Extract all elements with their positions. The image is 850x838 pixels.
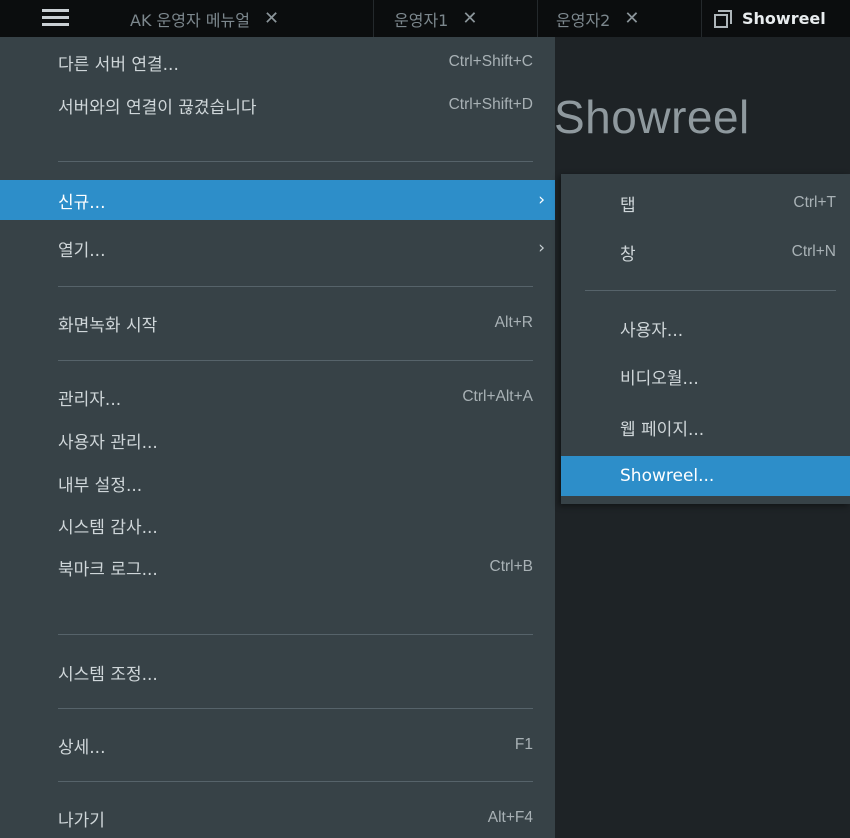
menu-item-label: 화면녹화 시작 [58, 315, 158, 336]
submenu-item-tab[interactable]: 탭 Ctrl+T [561, 183, 850, 223]
menu-item-label: 웹 페이지... [620, 419, 705, 440]
menu-item-label: 신규... [58, 192, 106, 213]
layout-icon [714, 9, 732, 28]
submenu-item-webpage[interactable]: 웹 페이지... [561, 407, 850, 447]
main-menu: 다른 서버 연결... Ctrl+Shift+C 서버와의 연결이 끊겼습니다 … [0, 37, 555, 838]
menu-icon-line [42, 16, 69, 19]
main-menu-button[interactable] [0, 0, 110, 37]
menu-icon [42, 9, 69, 12]
tab-showreel[interactable]: Showreel [702, 0, 850, 37]
layout-title: Showreel [554, 91, 750, 143]
menu-item-exit[interactable]: 나가기 Alt+F4 [0, 798, 555, 838]
menu-item-label: 비디오월... [620, 368, 699, 389]
close-icon[interactable]: ✕ [264, 8, 279, 29]
menu-item-shortcut: F1 [514, 736, 533, 753]
tab-operator1[interactable]: 운영자1 ✕ [374, 0, 538, 37]
menu-item-label: 탭 [620, 195, 636, 216]
menu-item-connect-other[interactable]: 다른 서버 연결... Ctrl+Shift+C [0, 42, 555, 82]
menu-item-system-audit[interactable]: 시스템 감사... [0, 505, 555, 545]
menu-item-user-management[interactable]: 사용자 관리... [0, 420, 555, 460]
menu-item-label: 관리자... [58, 389, 122, 410]
menu-item-disconnected[interactable]: 서버와의 연결이 끊겼습니다 Ctrl+Shift+D [0, 85, 555, 125]
menu-item-open[interactable]: 열기... › [0, 228, 555, 268]
tab-label: AK 운영자 메뉴얼 [130, 10, 250, 30]
menu-item-shortcut: Alt+R [494, 314, 533, 331]
menu-separator [58, 634, 533, 635]
menu-item-bookmark-log[interactable]: 북마크 로그... Ctrl+B [0, 547, 555, 587]
menu-item-label: Showreel... [620, 466, 715, 486]
menu-item-screen-record[interactable]: 화면녹화 시작 Alt+R [0, 303, 555, 343]
menu-icon-line [42, 23, 69, 26]
menu-item-shortcut: Ctrl+Alt+A [462, 388, 533, 405]
menu-item-new[interactable]: 신규... › [0, 180, 555, 220]
close-icon[interactable]: ✕ [624, 8, 639, 29]
menu-item-label: 시스템 조정... [58, 664, 158, 685]
submenu-new: 탭 Ctrl+T 창 Ctrl+N 사용자... 비디오월... 웹 페이지..… [561, 174, 850, 504]
menu-item-local-settings[interactable]: 내부 설정... [0, 463, 555, 503]
menu-item-label: 서버와의 연결이 끊겼습니다 [58, 97, 257, 118]
menu-separator [585, 290, 836, 291]
menu-separator [58, 161, 533, 162]
menu-item-shortcut: Ctrl+T [793, 194, 836, 211]
menu-item-shortcut: Ctrl+N [791, 243, 836, 260]
chevron-right-icon: › [538, 190, 545, 210]
menu-item-label: 다른 서버 연결... [58, 54, 179, 75]
tab-bar: AK 운영자 메뉴얼 ✕ 운영자1 ✕ 운영자2 ✕ Showreel [0, 0, 850, 37]
menu-item-label: 나가기 [58, 810, 105, 831]
tab-label: Showreel [742, 9, 826, 28]
tab-label: 운영자2 [556, 10, 611, 30]
menu-item-label: 열기... [58, 240, 106, 261]
tab-label: 운영자1 [394, 10, 449, 30]
menu-item-shortcut: Ctrl+B [489, 558, 534, 575]
menu-separator [58, 708, 533, 709]
menu-item-label: 창 [620, 244, 636, 265]
submenu-item-user[interactable]: 사용자... [561, 308, 850, 348]
menu-item-shortcut: Ctrl+Shift+D [448, 96, 533, 113]
menu-item-admin[interactable]: 관리자... Ctrl+Alt+A [0, 377, 555, 417]
menu-item-label: 사용자 관리... [58, 432, 158, 453]
menu-separator [58, 781, 533, 782]
menu-item-system-admin[interactable]: 시스템 조정... [0, 652, 555, 692]
menu-item-label: 내부 설정... [58, 475, 143, 496]
menu-item-shortcut: Ctrl+Shift+C [448, 53, 533, 70]
menu-item-label: 북마크 로그... [58, 559, 158, 580]
menu-item-label: 시스템 감사... [58, 517, 158, 538]
menu-item-shortcut: Alt+F4 [487, 809, 533, 826]
menu-item-label: 상세... [58, 737, 106, 758]
tab-operator2[interactable]: 운영자2 ✕ [538, 0, 702, 37]
tab-manual[interactable]: AK 운영자 메뉴얼 ✕ [110, 0, 374, 37]
chevron-right-icon: › [538, 238, 545, 258]
submenu-item-videowall[interactable]: 비디오월... [561, 356, 850, 396]
menu-separator [58, 360, 533, 361]
submenu-item-window[interactable]: 창 Ctrl+N [561, 232, 850, 272]
menu-item-label: 사용자... [620, 320, 684, 341]
close-icon[interactable]: ✕ [462, 8, 477, 29]
menu-separator [58, 286, 533, 287]
menu-item-about[interactable]: 상세... F1 [0, 725, 555, 765]
submenu-item-showreel[interactable]: Showreel... [561, 456, 850, 496]
